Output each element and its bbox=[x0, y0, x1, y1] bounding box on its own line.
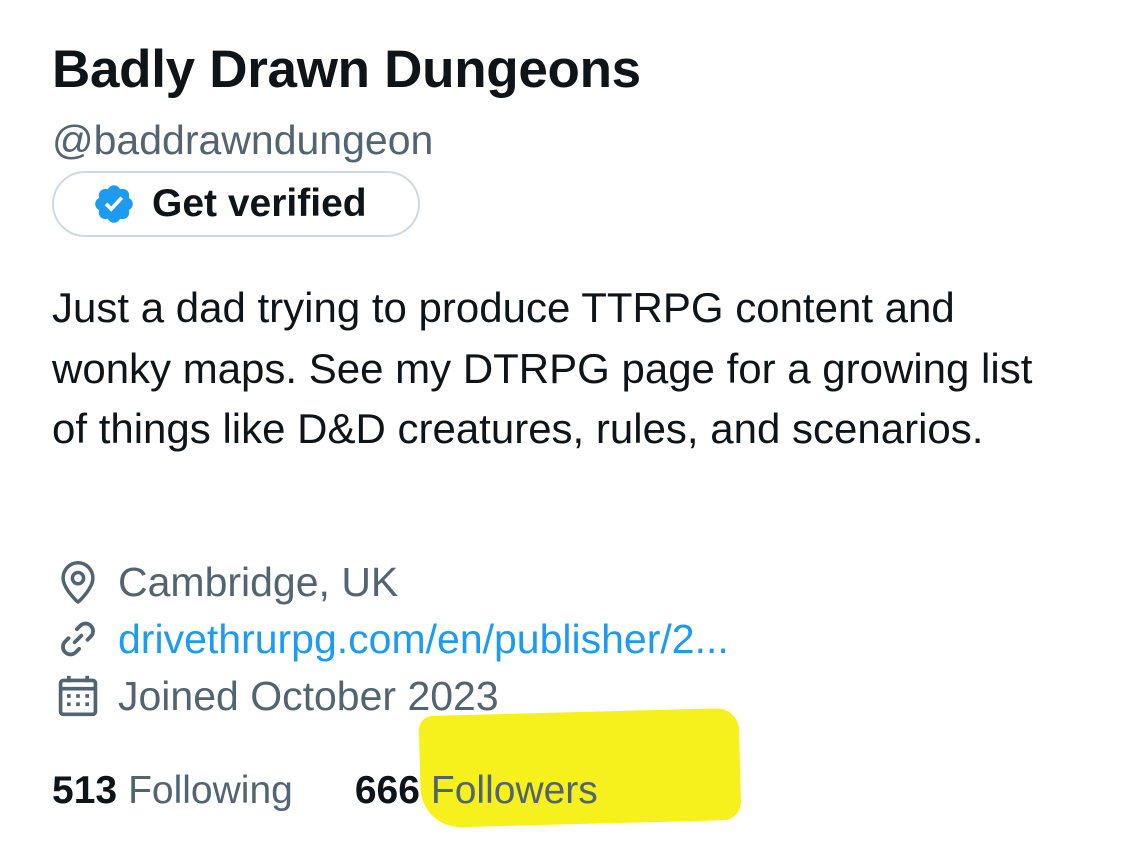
link-icon bbox=[52, 613, 104, 665]
following-count-link[interactable]: 513 Following bbox=[52, 766, 293, 816]
join-date-text: Joined October 2023 bbox=[118, 673, 499, 719]
location-pin-icon bbox=[52, 556, 104, 608]
following-label: Following bbox=[128, 769, 293, 812]
followers-label: Followers bbox=[430, 769, 598, 812]
display-name: Badly Drawn Dungeons bbox=[52, 40, 641, 99]
verified-badge-icon bbox=[92, 182, 136, 226]
profile-website[interactable]: drivethrurpg.com/en/publisher/2... bbox=[52, 613, 729, 665]
profile-location: Cambridge, UK bbox=[52, 556, 398, 608]
profile-join-date: Joined October 2023 bbox=[52, 670, 499, 722]
location-text: Cambridge, UK bbox=[118, 559, 399, 605]
profile-bio: Just a dad trying to produce TTRPG conte… bbox=[52, 284, 1033, 452]
calendar-icon bbox=[52, 670, 104, 722]
get-verified-label: Get verified bbox=[152, 182, 367, 225]
followers-count: 666 bbox=[354, 769, 420, 812]
user-handle: @baddrawndungeon bbox=[52, 117, 434, 163]
get-verified-button[interactable]: Get verified bbox=[52, 171, 420, 237]
following-count: 513 bbox=[52, 769, 118, 812]
followers-count-link[interactable]: 666 Followers bbox=[355, 766, 598, 816]
profile-stats: 513 Following 666 Followers bbox=[52, 766, 598, 816]
website-link[interactable]: drivethrurpg.com/en/publisher/2... bbox=[118, 613, 729, 665]
